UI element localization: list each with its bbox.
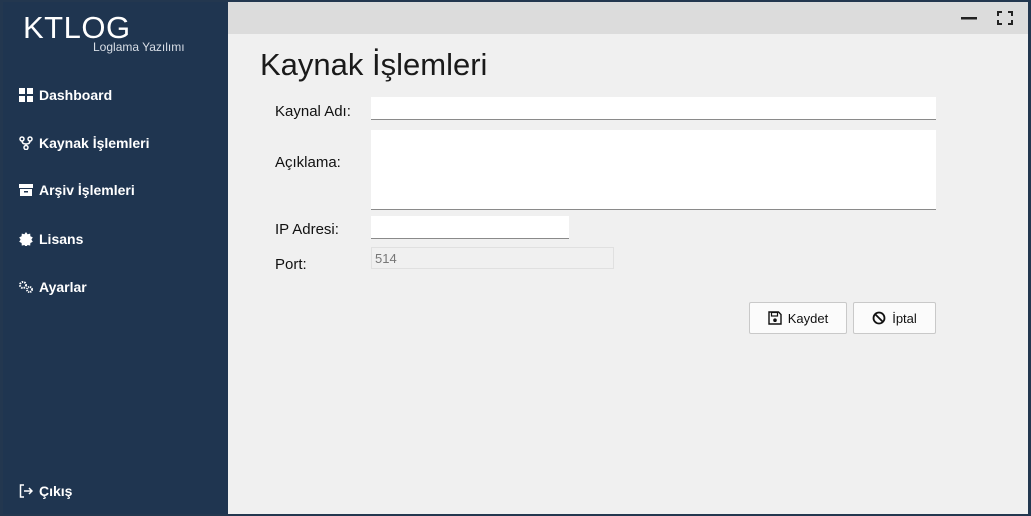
floppy-icon [768,311,782,325]
source-fork-icon [19,136,33,150]
sidebar: KTLOG Loglama Yazılımı Dashboard Kaynak … [3,2,228,514]
sidebar-item-label: Dashboard [39,87,113,103]
port-label: Port: [275,256,307,273]
sidebar-item-dashboard[interactable]: Dashboard [19,87,112,103]
sign-out-icon [19,484,33,498]
archive-icon [19,184,33,196]
certificate-icon [19,232,33,246]
sidebar-item-label: Kaynak İşlemleri [39,135,150,151]
window-titlebar [228,2,1028,34]
page-title: Kaynak İşlemleri [260,47,488,82]
ip-address-input[interactable] [371,216,569,239]
fullscreen-icon[interactable] [996,10,1014,26]
sidebar-item-ayarlar[interactable]: Ayarlar [19,279,87,295]
brand-subtitle: Loglama Yazılımı [93,40,185,54]
sidebar-item-label: Arşiv İşlemleri [39,182,135,198]
sidebar-item-lisans[interactable]: Lisans [19,231,83,247]
cancel-button-label: İptal [892,310,917,326]
minimize-icon[interactable] [960,10,978,26]
logout-label: Çıkış [39,483,73,499]
ip-address-label: IP Adresi: [275,221,339,238]
description-label: Açıklama: [275,154,341,171]
source-name-input[interactable] [371,97,936,120]
logout-button[interactable]: Çıkış [19,483,72,499]
sidebar-item-label: Lisans [39,231,84,247]
sidebar-item-label: Ayarlar [39,279,87,295]
save-button-label: Kaydet [787,310,829,326]
source-name-label: Kaynal Adı: [275,103,351,120]
app-window: KTLOG Loglama Yazılımı Dashboard Kaynak … [3,2,1028,514]
dashboard-icon [19,88,33,102]
ban-icon [872,311,886,325]
save-button[interactable]: Kaydet [749,302,847,334]
gears-icon [19,281,33,293]
description-textarea[interactable] [371,130,936,210]
cancel-button[interactable]: İptal [853,302,936,334]
sidebar-item-kaynak[interactable]: Kaynak İşlemleri [19,135,150,151]
port-field[interactable]: 514 [371,247,614,269]
sidebar-item-arsiv[interactable]: Arşiv İşlemleri [19,182,135,198]
